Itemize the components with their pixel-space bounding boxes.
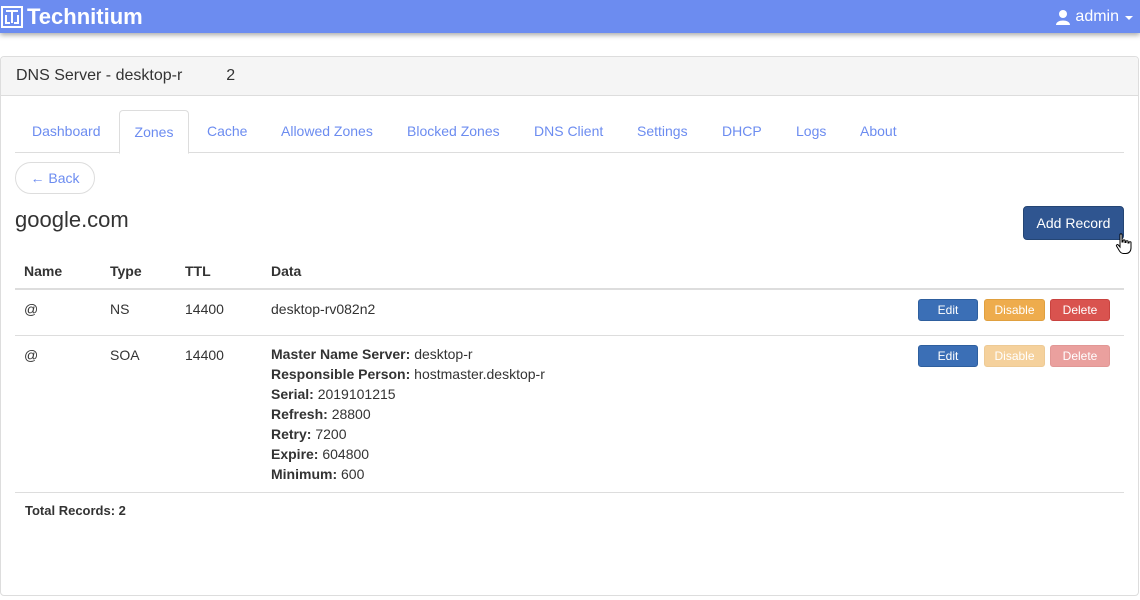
user-menu[interactable]: admin xyxy=(1055,7,1133,27)
column-header-name: Name xyxy=(24,263,63,279)
row-divider xyxy=(15,492,1124,493)
soa-refresh: Refresh: 28800 xyxy=(271,406,371,422)
navbar: Technitium admin xyxy=(0,0,1140,33)
user-name: admin xyxy=(1075,8,1119,25)
record-ttl: 14400 xyxy=(185,347,224,363)
column-header-data: Data xyxy=(271,263,302,279)
tab-zones[interactable]: Zones xyxy=(119,110,189,154)
tab-blocked-zones[interactable]: Blocked Zones xyxy=(407,110,500,153)
brand-name: Technitium xyxy=(27,4,143,29)
edit-button[interactable]: Edit xyxy=(918,345,978,367)
zone-title: google.com xyxy=(15,207,129,232)
record-name: @ xyxy=(24,347,39,363)
hand-cursor-icon xyxy=(1115,233,1133,258)
record-type: SOA xyxy=(110,347,140,363)
tab-dns-client[interactable]: DNS Client xyxy=(534,110,603,153)
panel-title: DNS Server - desktop-r xyxy=(16,67,183,84)
chevron-down-icon xyxy=(1125,16,1133,20)
back-button[interactable]: ← Back xyxy=(15,162,95,194)
technitium-logo-icon xyxy=(1,6,23,28)
disable-button[interactable]: Disable xyxy=(984,299,1045,321)
brand[interactable]: Technitium xyxy=(1,3,143,31)
soa-record-data: Master Name Server: desktop-r Responsibl… xyxy=(271,344,545,484)
record-ttl: 14400 xyxy=(185,301,224,317)
record-data: desktop-rv082n2 xyxy=(271,301,376,317)
tab-allowed-zones[interactable]: Allowed Zones xyxy=(281,110,373,153)
row-divider xyxy=(15,335,1124,336)
total-records: Total Records: 2 xyxy=(25,503,126,518)
record-type: NS xyxy=(110,301,130,317)
soa-master-name-server: Master Name Server: desktop-r xyxy=(271,346,473,362)
panel-title-suffix: 2 xyxy=(226,67,236,84)
tab-logs[interactable]: Logs xyxy=(796,110,826,153)
dns-server-panel: DNS Server - desktop-r 2 Dashboard Zones … xyxy=(0,56,1139,596)
soa-retry: Retry: 7200 xyxy=(271,426,347,442)
panel-heading: DNS Server - desktop-r 2 xyxy=(1,57,1138,96)
header-divider xyxy=(15,288,1124,290)
record-name: @ xyxy=(24,301,39,317)
tab-cache[interactable]: Cache xyxy=(207,110,247,153)
soa-minimum: Minimum: 600 xyxy=(271,466,365,482)
tab-dhcp[interactable]: DHCP xyxy=(722,110,762,153)
tab-dashboard[interactable]: Dashboard xyxy=(32,110,101,153)
column-header-ttl: TTL xyxy=(185,263,211,279)
soa-expire: Expire: 604800 xyxy=(271,446,370,462)
edit-button[interactable]: Edit xyxy=(918,299,978,321)
main-tabs: Dashboard Zones Cache Allowed Zones Bloc… xyxy=(15,110,1124,154)
user-icon xyxy=(1055,9,1075,25)
tab-settings[interactable]: Settings xyxy=(637,110,688,153)
soa-responsible-person: Responsible Person: hostmaster.desktop-r xyxy=(271,366,545,382)
tab-about[interactable]: About xyxy=(860,110,897,153)
disable-button: Disable xyxy=(984,345,1045,367)
column-header-type: Type xyxy=(110,263,142,279)
add-record-button[interactable]: Add Record xyxy=(1023,206,1124,240)
soa-serial: Serial: 2019101215 xyxy=(271,386,396,402)
delete-button: Delete xyxy=(1050,345,1110,367)
delete-button[interactable]: Delete xyxy=(1050,299,1110,321)
